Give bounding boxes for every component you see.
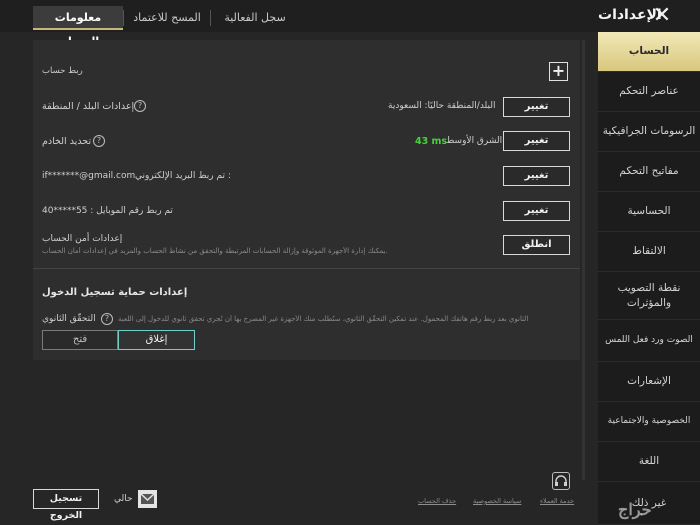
sidebar-item-notifications[interactable]: الإشعارات <box>598 362 700 402</box>
page-title: الإعدادات <box>598 7 662 23</box>
sidebar-item-graphics[interactable]: الرسومات الجرافيكية <box>598 112 700 152</box>
scrollbar[interactable] <box>582 40 585 480</box>
current-label: حالي <box>114 494 133 504</box>
security-label: إعدادات أمن الحساب <box>42 234 123 244</box>
server-ping: 43 ms <box>415 136 448 147</box>
email-label: تم ربط البريد الإلكتروني : <box>135 171 231 181</box>
sidebar-item-sensitivity[interactable]: الحساسية <box>598 192 700 232</box>
sidebar-item-crosshair[interactable]: نقطة التصويب والمؤثرات <box>598 272 700 320</box>
change-country-button[interactable]: تغيير <box>503 97 570 117</box>
twofa-close-option[interactable]: إغلاق <box>118 330 195 350</box>
tab-divider <box>210 10 211 26</box>
help-icon[interactable]: ? <box>134 100 146 112</box>
server-label: تحديد الخادم <box>42 136 92 147</box>
privacy-policy-link[interactable]: سياسة الخصوصية <box>473 497 521 505</box>
add-account-button[interactable]: + <box>549 62 568 81</box>
twofa-label: التحقّق الثانوي <box>42 314 96 324</box>
tab-activity-log[interactable]: سجل الفعالية <box>212 6 298 30</box>
sidebar-item-keys[interactable]: مفاتيح التحكم <box>598 152 700 192</box>
country-value: البلد/المنطقة حاليًا: السعودية <box>388 101 496 111</box>
change-server-button[interactable]: تغيير <box>503 131 570 151</box>
twofa-open-option[interactable]: فتح <box>42 330 118 350</box>
tab-scan-auth[interactable]: المسح للاعتماد <box>124 6 210 30</box>
help-icon[interactable]: ? <box>101 313 113 325</box>
sidebar-item-audio[interactable]: الصوت ورد فعل اللمس <box>598 320 700 362</box>
tab-account-info[interactable]: معلومات الحساب <box>33 6 123 48</box>
settings-sidebar: الحساب عناصر التحكم الرسومات الجرافيكية … <box>598 32 700 525</box>
security-description: يمكنك إدارة الأجهزة الموثوقة وإزالة الحس… <box>42 247 388 255</box>
country-label: إعدادات البلد / المنطقة <box>42 101 135 112</box>
phone-label: تم ربط رقم الموبايل : 55*****40 <box>42 206 173 216</box>
delete-account-link[interactable]: حذف الحساب <box>418 497 456 505</box>
customer-service-link[interactable]: خدمة العملاء <box>540 497 574 505</box>
sidebar-item-language[interactable]: اللغة <box>598 442 700 482</box>
mail-icon <box>138 490 157 508</box>
twofa-description: الثانوي بعد ربط رقم هاتفك المحمول. عند ت… <box>118 315 529 323</box>
sidebar-item-privacy[interactable]: الخصوصية والاجتماعية <box>598 402 700 442</box>
server-region: الشرق الأوسط <box>446 136 503 146</box>
launch-security-button[interactable]: انطلق <box>503 235 570 255</box>
account-panel <box>33 40 580 360</box>
logout-button[interactable]: تسجيل الخروج <box>33 489 99 521</box>
sidebar-item-controls[interactable]: عناصر التحكم <box>598 72 700 112</box>
headset-icon[interactable] <box>552 472 570 490</box>
change-phone-button[interactable]: تغيير <box>503 201 570 221</box>
change-email-button[interactable]: تغيير <box>503 166 570 186</box>
email-value: if*******@gmail.com <box>42 171 136 181</box>
watermark-logo: حراج <box>618 500 652 519</box>
login-protection-title: إعدادات حماية تسجيل الدخول <box>42 287 188 298</box>
sidebar-item-pickup[interactable]: الالتقاط <box>598 232 700 272</box>
section-divider <box>33 268 580 269</box>
link-account-label: ربط حساب <box>42 66 83 76</box>
sidebar-item-account[interactable]: الحساب <box>598 32 700 72</box>
help-icon[interactable]: ? <box>93 135 105 147</box>
